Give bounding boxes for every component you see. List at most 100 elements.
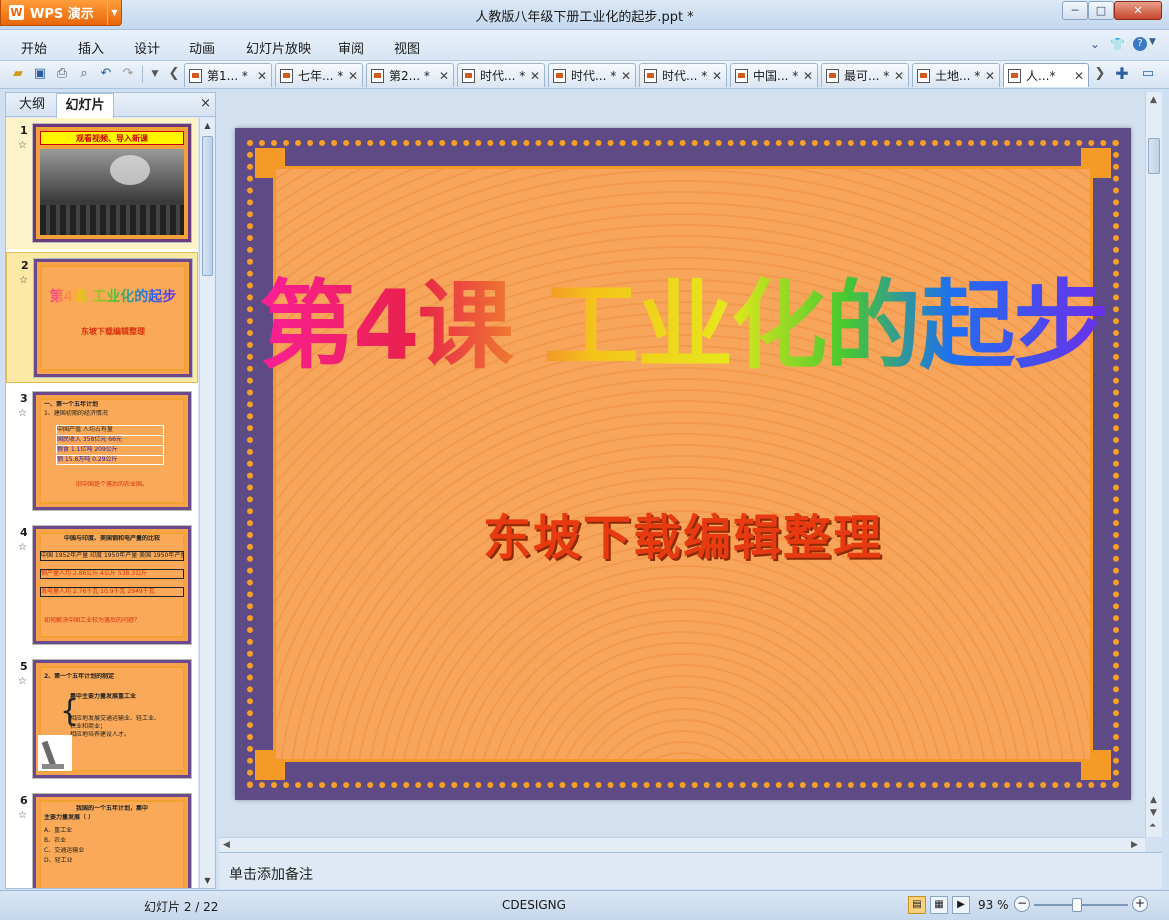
- normal-view-icon[interactable]: ▤: [908, 896, 926, 914]
- minimize-button[interactable]: ─: [1062, 1, 1088, 20]
- close-tab-icon[interactable]: ✕: [708, 69, 722, 83]
- current-slide[interactable]: 第4课 工业化的起步 东坡下载编辑整理: [235, 128, 1131, 800]
- editor-vertical-scrollbar[interactable]: ▲ ▲ ▼ ⏶: [1145, 92, 1162, 837]
- zoom-slider-handle[interactable]: [1072, 898, 1082, 912]
- editor-horizontal-scrollbar[interactable]: ◀ ▶: [219, 837, 1145, 852]
- toolbar-separator: [142, 66, 143, 83]
- animation-star-icon: ☆: [18, 408, 27, 419]
- tabs-scroll-left-icon[interactable]: ❮: [166, 66, 182, 82]
- redo-icon[interactable]: ↷: [120, 66, 136, 82]
- notes-pane[interactable]: 单击添加备注: [219, 852, 1162, 889]
- slide-title[interactable]: 第4课 工业化的起步: [235, 248, 1131, 387]
- doc-tab-6[interactable]: 时代... * ✕: [639, 63, 727, 87]
- tab-outline[interactable]: 大纲: [12, 93, 52, 117]
- close-tab-icon[interactable]: ✕: [526, 69, 540, 83]
- slide-thumbnail[interactable]: 第4课 工业化的起步 东坡下载编辑整理: [33, 258, 193, 378]
- slideshow-view-icon[interactable]: ▶: [952, 896, 970, 914]
- slides-panel: 大纲 幻灯片 × 1 ☆ 观看视频、导入新课 2 ☆ 第4课 工业化的起步 东坡…: [5, 92, 216, 889]
- chevron-down-icon[interactable]: ⌄: [1090, 37, 1100, 51]
- doc-tab-7[interactable]: 中国... * ✕: [730, 63, 818, 87]
- thumbnail-row[interactable]: 1 ☆ 观看视频、导入新课: [6, 118, 198, 249]
- new-tab-icon[interactable]: ✚: [1114, 66, 1130, 82]
- window-title: 人教版八年级下册工业化的起步.ppt *: [475, 10, 694, 25]
- help-dropdown-icon[interactable]: ▼: [1149, 37, 1156, 47]
- thumb-text: 农业和商业；: [70, 723, 107, 730]
- print-icon[interactable]: ⎙: [54, 66, 70, 82]
- undo-icon[interactable]: ↶: [98, 66, 114, 82]
- tab-slides[interactable]: 幻灯片: [56, 93, 114, 118]
- scroll-left-icon[interactable]: ◀: [223, 840, 230, 850]
- doc-tab-label: 人...*: [1026, 69, 1056, 83]
- print-preview-icon[interactable]: ⌕: [76, 66, 92, 82]
- tab-list-icon[interactable]: ▭: [1140, 66, 1156, 82]
- close-tab-icon[interactable]: ✕: [435, 69, 449, 83]
- tabs-scroll-right-icon[interactable]: ❯: [1092, 66, 1108, 82]
- close-tab-icon[interactable]: ✕: [799, 69, 813, 83]
- close-tab-icon[interactable]: ✕: [890, 69, 904, 83]
- doc-tab-label: 土地... *: [935, 69, 981, 83]
- close-window-button[interactable]: ✕: [1114, 1, 1162, 20]
- zoom-in-icon[interactable]: +: [1132, 896, 1148, 912]
- save-icon[interactable]: ▣: [32, 66, 48, 82]
- menu-insert[interactable]: 插入: [78, 38, 104, 57]
- scroll-up-icon[interactable]: ▲: [202, 121, 213, 130]
- doc-tab-1[interactable]: 第1... * ✕: [184, 63, 272, 87]
- close-tab-icon[interactable]: ✕: [1070, 69, 1084, 83]
- close-panel-icon[interactable]: ×: [200, 96, 211, 111]
- shirt-icon[interactable]: 👕: [1110, 37, 1125, 51]
- doc-tab-3[interactable]: 第2... * ✕: [366, 63, 454, 87]
- slide-thumbnail[interactable]: 一、第一个五年计划 1、建国初期的经济情况 中国产值 人均占有量 国民收入 35…: [32, 391, 192, 511]
- thumb-text: 相应地培养建设人才。: [70, 731, 131, 738]
- scroll-down-icon[interactable]: ▼: [202, 876, 213, 885]
- doc-tab-9[interactable]: 土地... * ✕: [912, 63, 1000, 87]
- scroll-down-icon[interactable]: ▼: [1150, 808, 1157, 818]
- menu-review[interactable]: 审阅: [338, 38, 364, 57]
- thumbnail-scrollbar[interactable]: ▲ ▼: [199, 118, 214, 888]
- slide-number: 4: [20, 526, 28, 539]
- doc-tab-2[interactable]: 七年... * ✕: [275, 63, 363, 87]
- menu-animation[interactable]: 动画: [189, 38, 215, 57]
- close-tab-icon[interactable]: ✕: [344, 69, 358, 83]
- close-tab-icon[interactable]: ✕: [617, 69, 631, 83]
- doc-tab-label: 中国... *: [753, 69, 799, 83]
- scroll-right-icon[interactable]: ▶: [1131, 840, 1138, 850]
- video-frame-image: [40, 149, 184, 235]
- scrollbar-thumb[interactable]: [1148, 138, 1160, 174]
- menu-view[interactable]: 视图: [394, 38, 420, 57]
- doc-tab-5[interactable]: 时代... * ✕: [548, 63, 636, 87]
- help-icon[interactable]: ?: [1133, 37, 1147, 51]
- close-tab-icon[interactable]: ✕: [981, 69, 995, 83]
- menu-home[interactable]: 开始: [21, 38, 47, 57]
- zoom-level[interactable]: 93 %: [978, 898, 1009, 912]
- scroll-up-icon[interactable]: ▲: [1150, 95, 1157, 105]
- menu-design[interactable]: 设计: [134, 38, 160, 57]
- slide-thumbnail[interactable]: 观看视频、导入新课: [32, 123, 192, 243]
- slide-thumbnail[interactable]: 我国的一个五年计划，集中 主要力量发展（ ） A、重工业 B、农业 C、交通运输…: [32, 793, 192, 888]
- customize-toolbar-icon[interactable]: ▼: [147, 66, 163, 82]
- doc-tab-10-active[interactable]: 人...* ✕: [1003, 63, 1089, 87]
- thumbnail-row[interactable]: 4 ☆ 中国与印度、美国钢和电产量的比较 中国 1952年产量 印度 1950年…: [6, 520, 198, 651]
- scrollbar-thumb[interactable]: [202, 136, 213, 276]
- zoom-out-icon[interactable]: −: [1014, 896, 1030, 912]
- thumbnail-row-selected[interactable]: 2 ☆ 第4课 工业化的起步 东坡下载编辑整理: [6, 252, 198, 383]
- menu-slideshow[interactable]: 幻灯片放映: [246, 38, 311, 57]
- slide-sorter-view-icon[interactable]: ▦: [930, 896, 948, 914]
- thumb-text: 旧中国是个落后的农业国。: [75, 481, 148, 488]
- maximize-button[interactable]: □: [1088, 1, 1114, 20]
- doc-tab-8[interactable]: 最可... * ✕: [821, 63, 909, 87]
- thumbnail-row[interactable]: 3 ☆ 一、第一个五年计划 1、建国初期的经济情况 中国产值 人均占有量 国民收…: [6, 386, 198, 517]
- previous-slide-icon[interactable]: ⏶: [1149, 821, 1156, 831]
- theme-name: CDESIGNG: [502, 898, 566, 912]
- slide-thumbnail[interactable]: 中国与印度、美国钢和电产量的比较 中国 1952年产量 印度 1950年产量 美…: [32, 525, 192, 645]
- scroll-up-icon[interactable]: ▲: [1150, 795, 1157, 805]
- open-folder-icon[interactable]: ▰: [10, 66, 26, 82]
- thumb-text: D、轻工业: [44, 857, 73, 864]
- notes-placeholder[interactable]: 单击添加备注: [229, 864, 313, 884]
- thumbnail-row[interactable]: 6 ☆ 我国的一个五年计划，集中 主要力量发展（ ） A、重工业 B、农业 C、…: [6, 788, 198, 888]
- close-tab-icon[interactable]: ✕: [253, 69, 267, 83]
- thumb-text: 粮食 1.1亿吨 209公斤: [56, 445, 164, 454]
- slide-thumbnail[interactable]: 2、第一个五年计划的制定 集中主要力量发展重工业 相应地发展交通运输业、轻工业、…: [32, 659, 192, 779]
- thumbnail-row[interactable]: 5 ☆ 2、第一个五年计划的制定 集中主要力量发展重工业 相应地发展交通运输业、…: [6, 654, 198, 785]
- doc-tab-4[interactable]: 时代... * ✕: [457, 63, 545, 87]
- slide-subtitle[interactable]: 东坡下载编辑整理: [235, 498, 1131, 568]
